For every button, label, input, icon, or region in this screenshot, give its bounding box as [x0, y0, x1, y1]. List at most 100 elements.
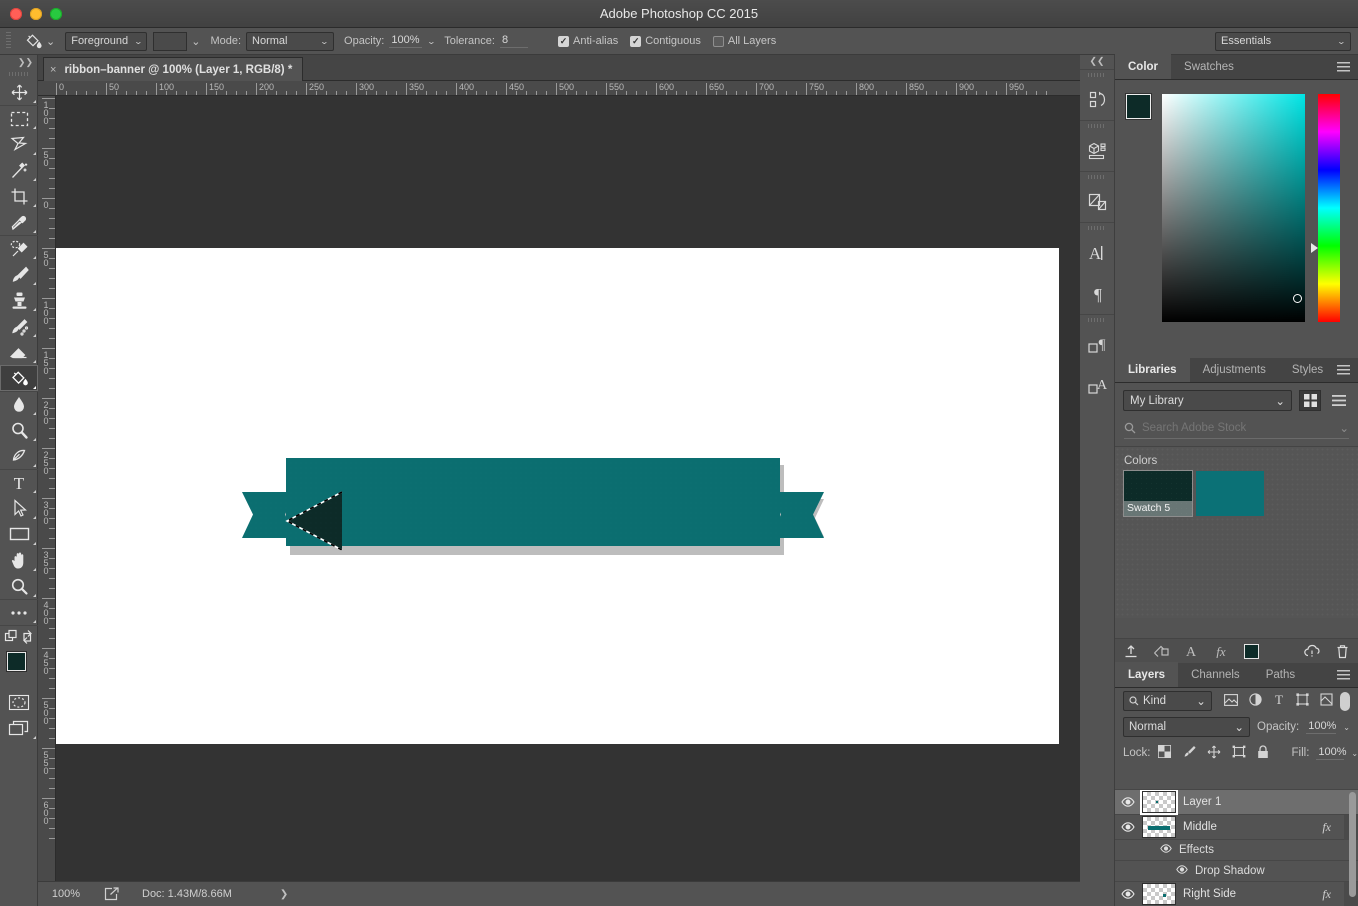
- layer-thumbnail[interactable]: [1142, 791, 1176, 813]
- filter-toggle-switch[interactable]: [1340, 692, 1350, 711]
- layer-comps-panel-button[interactable]: [1080, 181, 1115, 222]
- drop-shadow-visibility-icon[interactable]: [1176, 865, 1188, 877]
- library-swatch-1[interactable]: [1196, 471, 1264, 516]
- fill-input[interactable]: 100%: [1316, 746, 1344, 760]
- table-row[interactable]: Right Side fx ⌃: [1115, 882, 1358, 906]
- zoom-button[interactable]: [50, 8, 62, 20]
- vertical-ruler[interactable]: 1005005010015020025030035040045050055060…: [38, 96, 56, 881]
- character-panel-button[interactable]: A: [1080, 232, 1115, 273]
- table-row[interactable]: Layer 1: [1115, 790, 1358, 815]
- zoom-tool[interactable]: [0, 573, 38, 599]
- rail-grip[interactable]: [1088, 223, 1106, 232]
- magic-wand-tool[interactable]: [0, 157, 38, 183]
- grid-view-button[interactable]: [1299, 390, 1321, 411]
- layer-effects-indicator[interactable]: fx: [1322, 887, 1337, 902]
- search-adobe-stock-row[interactable]: ⌄: [1124, 417, 1349, 439]
- opacity-input[interactable]: 100%: [389, 34, 421, 48]
- tab-layers[interactable]: Layers: [1115, 662, 1178, 687]
- character-styles-panel-button[interactable]: A: [1080, 365, 1115, 406]
- contiguous-checkbox[interactable]: Contiguous: [630, 35, 701, 47]
- tab-swatches[interactable]: Swatches: [1171, 54, 1247, 79]
- list-item[interactable]: Effects: [1115, 840, 1358, 861]
- status-expand-icon[interactable]: ❯: [280, 889, 288, 900]
- layer-name[interactable]: Right Side: [1183, 888, 1236, 900]
- layer-visibility-icon[interactable]: [1121, 797, 1135, 807]
- color-picker-field[interactable]: [1162, 94, 1305, 322]
- paragraph-styles-panel-button[interactable]: ¶: [1080, 324, 1115, 365]
- search-filter-chevron-down-icon[interactable]: ⌄: [1339, 421, 1349, 435]
- filter-type-icon[interactable]: T: [1273, 693, 1285, 709]
- quick-mask-button[interactable]: [0, 689, 38, 715]
- edit-toolbar-more-button[interactable]: [0, 599, 38, 625]
- layer-blend-mode-select[interactable]: Normal ⌄: [1123, 717, 1250, 737]
- tab-paths[interactable]: Paths: [1253, 662, 1308, 687]
- zoom-level[interactable]: 100%: [38, 888, 94, 900]
- color-picker-marker[interactable]: [1293, 294, 1302, 303]
- tab-styles[interactable]: Styles: [1279, 357, 1336, 382]
- upload-icon[interactable]: [1124, 644, 1138, 658]
- lock-transparent-pixels-icon[interactable]: [1158, 745, 1171, 761]
- all-layers-checkbox[interactable]: All Layers: [713, 35, 776, 47]
- document-size-info[interactable]: Doc: 1.43M/8.66M: [142, 888, 232, 900]
- lock-position-icon[interactable]: [1207, 745, 1221, 762]
- tab-adjustments[interactable]: Adjustments: [1190, 357, 1279, 382]
- history-panel-button[interactable]: [1080, 79, 1115, 120]
- layer-thumbnail[interactable]: [1142, 816, 1176, 838]
- layer-filter-kind-select[interactable]: Kind ⌄: [1123, 691, 1212, 711]
- toolbar-grip[interactable]: [9, 69, 28, 79]
- tab-libraries[interactable]: Libraries: [1115, 357, 1190, 382]
- options-bar-grip[interactable]: [4, 32, 13, 50]
- rectangle-tool[interactable]: [0, 521, 38, 547]
- horizontal-ruler[interactable]: 0501001502002503003504004505005506006507…: [38, 81, 1080, 96]
- filter-smart-object-icon[interactable]: [1320, 693, 1333, 709]
- canvas-area[interactable]: [56, 96, 1080, 881]
- hue-strip[interactable]: [1318, 94, 1340, 322]
- workspace-switcher[interactable]: Essentials ⌄: [1215, 32, 1351, 51]
- add-graphic-icon[interactable]: [1153, 644, 1169, 658]
- panel-menu-icon[interactable]: [1337, 62, 1350, 72]
- tab-channels[interactable]: Channels: [1178, 662, 1253, 687]
- rectangular-marquee-tool[interactable]: [0, 105, 38, 131]
- lock-image-pixels-icon[interactable]: [1182, 745, 1196, 761]
- minimize-button[interactable]: [30, 8, 42, 20]
- foreground-background-colors[interactable]: [0, 649, 38, 689]
- tolerance-input[interactable]: 8: [500, 34, 528, 48]
- brush-tool[interactable]: [0, 261, 38, 287]
- path-selection-tool[interactable]: [0, 495, 38, 521]
- crop-tool[interactable]: [0, 183, 38, 209]
- spot-healing-brush-tool[interactable]: [0, 235, 38, 261]
- fill-chevron-down-icon[interactable]: ⌄: [1351, 749, 1358, 758]
- 3d-panel-button[interactable]: [1080, 130, 1115, 171]
- table-row[interactable]: Middle fx ⌃: [1115, 815, 1358, 840]
- history-brush-tool[interactable]: [0, 313, 38, 339]
- hand-tool[interactable]: [0, 547, 38, 573]
- dodge-tool[interactable]: [0, 417, 38, 443]
- list-item[interactable]: Drop Shadow: [1115, 861, 1358, 882]
- filter-adjustment-icon[interactable]: [1249, 693, 1262, 709]
- delete-icon[interactable]: [1336, 644, 1349, 659]
- opacity-chevron-down-icon[interactable]: ⌄: [426, 37, 435, 46]
- layer-name[interactable]: Middle: [1183, 821, 1217, 833]
- eyedropper-tool[interactable]: [0, 209, 38, 235]
- hue-marker[interactable]: [1311, 243, 1318, 253]
- layer-list[interactable]: Layer 1 Middle fx ⌃: [1115, 789, 1358, 906]
- close-button[interactable]: [10, 8, 22, 20]
- panel-menu-icon[interactable]: [1337, 365, 1350, 375]
- pen-tool[interactable]: [0, 443, 38, 469]
- tab-color[interactable]: Color: [1115, 54, 1171, 79]
- add-text-icon[interactable]: A: [1184, 644, 1198, 658]
- expand-panels-button[interactable]: ❯❯: [1080, 55, 1114, 69]
- eraser-tool[interactable]: [0, 339, 38, 365]
- lock-artboard-icon[interactable]: [1232, 745, 1246, 761]
- add-color-icon[interactable]: [1244, 644, 1259, 659]
- layer-opacity-input[interactable]: 100%: [1306, 720, 1336, 734]
- clone-stamp-tool[interactable]: [0, 287, 38, 313]
- effects-visibility-icon[interactable]: [1160, 844, 1172, 856]
- add-layer-style-icon[interactable]: fx: [1213, 644, 1229, 658]
- share-button[interactable]: [94, 887, 128, 901]
- layer-visibility-icon[interactable]: [1121, 822, 1135, 832]
- search-input[interactable]: [1142, 422, 1333, 434]
- lasso-tool[interactable]: [0, 131, 38, 157]
- blend-mode-select[interactable]: Normal ⌄: [246, 32, 334, 51]
- rail-grip[interactable]: [1088, 121, 1106, 130]
